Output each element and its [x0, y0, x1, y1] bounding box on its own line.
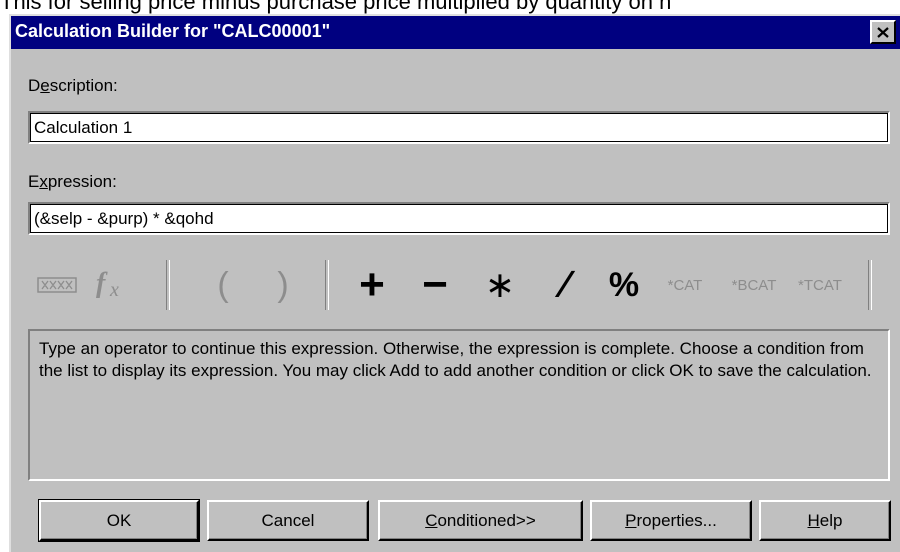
insert-field-button[interactable]: [28, 254, 86, 316]
dialog-title: Calculation Builder for "CALC00001": [15, 21, 331, 41]
svg-text:f: f: [96, 268, 108, 299]
expression-field[interactable]: [28, 202, 890, 235]
tcat-button[interactable]: *TCAT: [788, 254, 852, 316]
close-icon: [877, 26, 889, 38]
percent-button[interactable]: %: [600, 254, 648, 316]
insert-function-button[interactable]: f x: [90, 254, 138, 316]
close-paren-button[interactable]: ): [266, 254, 300, 316]
expression-label: Expression:: [28, 172, 117, 191]
background-document-text: This for selling price minus purchase pr…: [0, 0, 672, 14]
ok-button[interactable]: OK: [38, 499, 200, 542]
toolbar-separator: [325, 260, 329, 310]
title-bar[interactable]: Calculation Builder for "CALC00001": [11, 16, 900, 49]
open-paren-button[interactable]: (: [206, 254, 240, 316]
cancel-button[interactable]: Cancel: [207, 500, 369, 541]
toolbar-separator: [868, 260, 872, 310]
function-icon: f x: [96, 268, 119, 301]
field-icon: [37, 277, 77, 293]
toolbar-separator: [166, 260, 170, 310]
plus-button[interactable]: +: [350, 254, 394, 316]
calculation-builder-dialog: Calculation Builder for "CALC00001" Desc…: [9, 14, 900, 552]
svg-text:x: x: [109, 279, 119, 301]
conditioned-button[interactable]: Conditioned>>: [378, 500, 583, 541]
help-button[interactable]: Help: [759, 500, 891, 541]
info-text: Type an operator to continue this expres…: [39, 339, 872, 380]
minus-button[interactable]: −: [410, 254, 460, 316]
operator-toolbar: f x ( ) + − ∗ ∕ % *CAT *BCAT *TCAT: [28, 254, 890, 316]
cat-button[interactable]: *CAT: [656, 254, 714, 316]
bcat-button[interactable]: *BCAT: [722, 254, 786, 316]
page: This for selling price minus purchase pr…: [0, 0, 900, 552]
description-label: Description:: [28, 76, 118, 95]
close-button[interactable]: [870, 20, 896, 44]
divide-button[interactable]: ∕: [543, 254, 587, 316]
properties-button[interactable]: Properties...: [590, 500, 752, 541]
multiply-button[interactable]: ∗: [478, 254, 522, 316]
info-panel: Type an operator to continue this expres…: [28, 329, 890, 481]
description-field[interactable]: [28, 111, 890, 144]
